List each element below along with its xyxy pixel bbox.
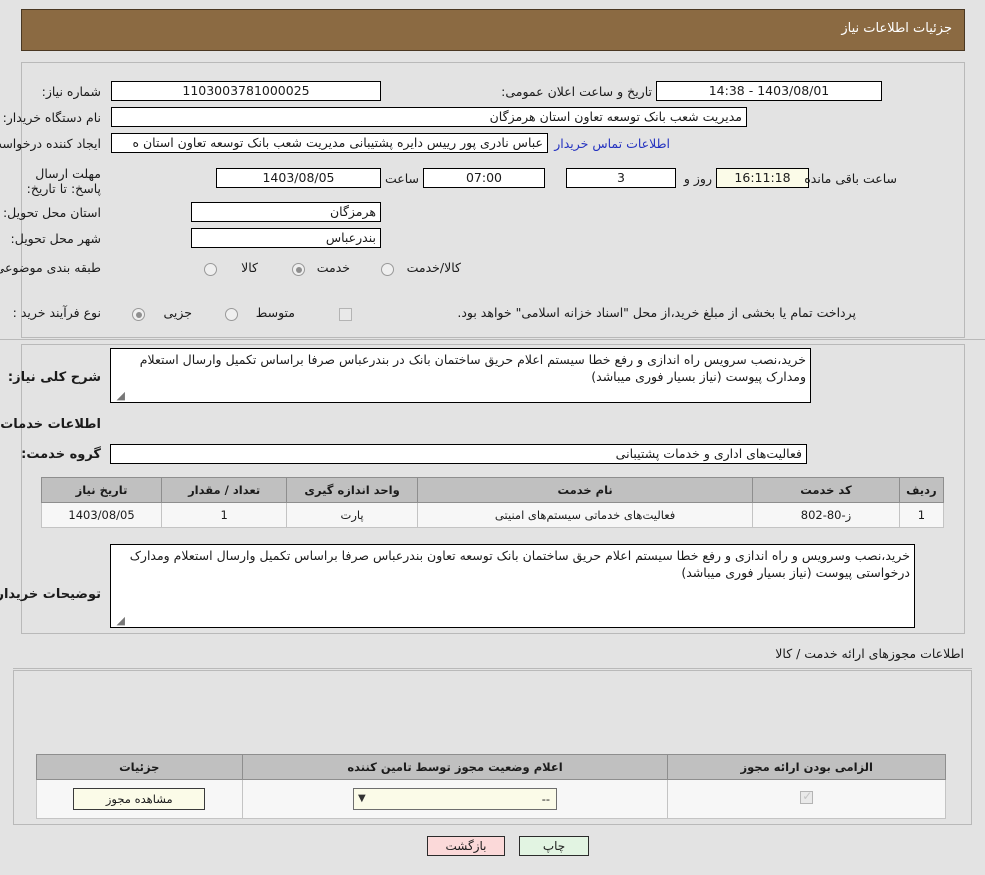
th-service-code: کد خدمت bbox=[753, 478, 900, 503]
heading-permits: اطلاعات مجوزهای ارائه خدمت / کالا bbox=[775, 646, 964, 661]
label-day-and: روز و bbox=[684, 171, 712, 186]
th-permit-details: جزئیات bbox=[37, 755, 243, 780]
radio-process-motavasset[interactable] bbox=[225, 308, 238, 321]
field-deadline-hour: 07:00 bbox=[423, 168, 545, 188]
need-summary-text: خرید،نصب سرویس راه اندازی و رفع خطا سیست… bbox=[140, 352, 806, 384]
th-unit: واحد اندازه گیری bbox=[287, 478, 418, 503]
textarea-need-summary[interactable]: خرید،نصب سرویس راه اندازی و رفع خطا سیست… bbox=[110, 348, 811, 403]
table-row: ▼ -- مشاهده مجوز bbox=[37, 780, 946, 819]
field-deadline-date: 1403/08/05 bbox=[216, 168, 381, 188]
textarea-buyer-notes[interactable]: خرید،نصب وسرویس و راه اندازی و رفع خطا س… bbox=[110, 544, 915, 628]
cell-permit-required bbox=[668, 780, 946, 819]
th-row-index: ردیف bbox=[899, 478, 943, 503]
label-category-kala-khedmat: کالا/خدمت bbox=[407, 260, 461, 275]
th-need-date: تاریخ نیاز bbox=[42, 478, 162, 503]
label-category-khedmat: خدمت bbox=[317, 260, 350, 275]
field-buyer-org: مدیریت شعب بانک توسعه تعاون استان هرمزگا… bbox=[111, 107, 747, 127]
permits-table: الزامی بودن ارائه مجوز اعلام وضعیت مجوز … bbox=[36, 754, 946, 819]
label-service-group: گروه خدمت: bbox=[21, 447, 101, 462]
label-deadline: مهلت ارسال پاسخ: تا تاریخ: bbox=[5, 166, 101, 196]
cell-unit: پارت bbox=[287, 503, 418, 528]
label-process-type: نوع فرآیند خرید : bbox=[13, 305, 101, 320]
radio-process-jozi[interactable] bbox=[132, 308, 145, 321]
th-quantity: تعداد / مقدار bbox=[162, 478, 287, 503]
table-row: 1 ز-80-802 فعالیت‌های خدماتی سیستم‌های ا… bbox=[42, 503, 944, 528]
buyer-contact-link[interactable]: اطلاعات تماس خریدار bbox=[554, 136, 670, 151]
cell-need-date: 1403/08/05 bbox=[42, 503, 162, 528]
radio-category-khedmat[interactable] bbox=[292, 263, 305, 276]
heading-services-info: اطلاعات خدمات مورد نیاز bbox=[0, 417, 101, 432]
th-permit-required: الزامی بودن ارائه مجوز bbox=[668, 755, 946, 780]
services-table-header-row: ردیف کد خدمت نام خدمت واحد اندازه گیری ت… bbox=[42, 478, 944, 503]
label-process-motavasset: متوسط bbox=[256, 305, 295, 320]
back-button[interactable]: بازگشت bbox=[427, 836, 505, 856]
field-creator: عباس نادری پور رییس دایره پشتیبانی مدیری… bbox=[111, 133, 548, 153]
cell-service-name: فعالیت‌های خدماتی سیستم‌های امنیتی bbox=[418, 503, 753, 528]
checkbox-permit-required bbox=[800, 791, 813, 804]
field-announce-datetime: 1403/08/01 - 14:38 bbox=[656, 81, 882, 101]
label-category-kala: کالا bbox=[241, 260, 258, 275]
field-need-number: 1103003781000025 bbox=[111, 81, 381, 101]
label-need-summary: شرح کلی نیاز: bbox=[8, 370, 101, 385]
select-permit-status[interactable]: ▼ -- bbox=[353, 788, 557, 810]
print-button[interactable]: چاپ bbox=[519, 836, 589, 856]
radio-category-kala-khedmat[interactable] bbox=[381, 263, 394, 276]
label-process-jozi: جزیی bbox=[163, 305, 192, 320]
services-table: ردیف کد خدمت نام خدمت واحد اندازه گیری ت… bbox=[41, 477, 944, 528]
label-buyer-notes: توضیحات خریدار: bbox=[0, 587, 101, 602]
page-root: AriaTender.net جزئیات اطلاعات نیاز شماره… bbox=[0, 0, 985, 875]
select-permit-status-value: -- bbox=[542, 792, 550, 806]
view-permit-button[interactable]: مشاهده مجوز bbox=[73, 788, 205, 810]
cell-row-index: 1 bbox=[899, 503, 943, 528]
label-need-number: شماره نیاز: bbox=[42, 84, 101, 99]
th-permit-status: اعلام وضعیت مجوز توسط تامین کننده bbox=[242, 755, 668, 780]
cell-permit-status: ▼ -- bbox=[242, 780, 668, 819]
label-creator: ایجاد کننده درخواست: bbox=[0, 136, 101, 151]
field-city: بندرعباس bbox=[191, 228, 381, 248]
need-info-panel bbox=[21, 62, 965, 338]
chevron-down-icon: ▼ bbox=[358, 789, 366, 809]
label-hour: ساعت bbox=[385, 171, 419, 186]
page-header: جزئیات اطلاعات نیاز bbox=[21, 9, 965, 51]
label-announce-datetime: تاریخ و ساعت اعلان عمومی: bbox=[501, 84, 652, 99]
label-category: طبقه بندی موضوعی: bbox=[0, 260, 101, 275]
th-service-name: نام خدمت bbox=[418, 478, 753, 503]
label-province: استان محل تحویل: bbox=[3, 205, 101, 220]
page-title: جزئیات اطلاعات نیاز bbox=[841, 21, 952, 36]
label-islamic-treasury: پرداخت تمام یا بخشی از مبلغ خرید،از محل … bbox=[457, 305, 856, 320]
divider-top bbox=[0, 339, 985, 340]
checkbox-islamic-treasury[interactable] bbox=[339, 308, 352, 321]
field-province: هرمزگان bbox=[191, 202, 381, 222]
label-buyer-org: نام دستگاه خریدار: bbox=[3, 110, 101, 125]
resize-grip-icon-2[interactable]: ◢ bbox=[113, 615, 125, 627]
cell-service-code: ز-80-802 bbox=[753, 503, 900, 528]
resize-grip-icon[interactable]: ◢ bbox=[113, 390, 125, 402]
buyer-notes-text: خرید،نصب وسرویس و راه اندازی و رفع خطا س… bbox=[130, 548, 910, 580]
field-time-left: 16:11:18 bbox=[716, 168, 809, 188]
cell-permit-details: مشاهده مجوز bbox=[37, 780, 243, 819]
label-remaining: ساعت باقی مانده bbox=[804, 171, 897, 186]
divider-permits bbox=[13, 668, 972, 669]
field-service-group: فعالیت‌های اداری و خدمات پشتیبانی bbox=[110, 444, 807, 464]
cell-quantity: 1 bbox=[162, 503, 287, 528]
field-days-left: 3 bbox=[566, 168, 676, 188]
permits-table-header-row: الزامی بودن ارائه مجوز اعلام وضعیت مجوز … bbox=[37, 755, 946, 780]
label-city: شهر محل تحویل: bbox=[11, 231, 101, 246]
radio-category-kala[interactable] bbox=[204, 263, 217, 276]
